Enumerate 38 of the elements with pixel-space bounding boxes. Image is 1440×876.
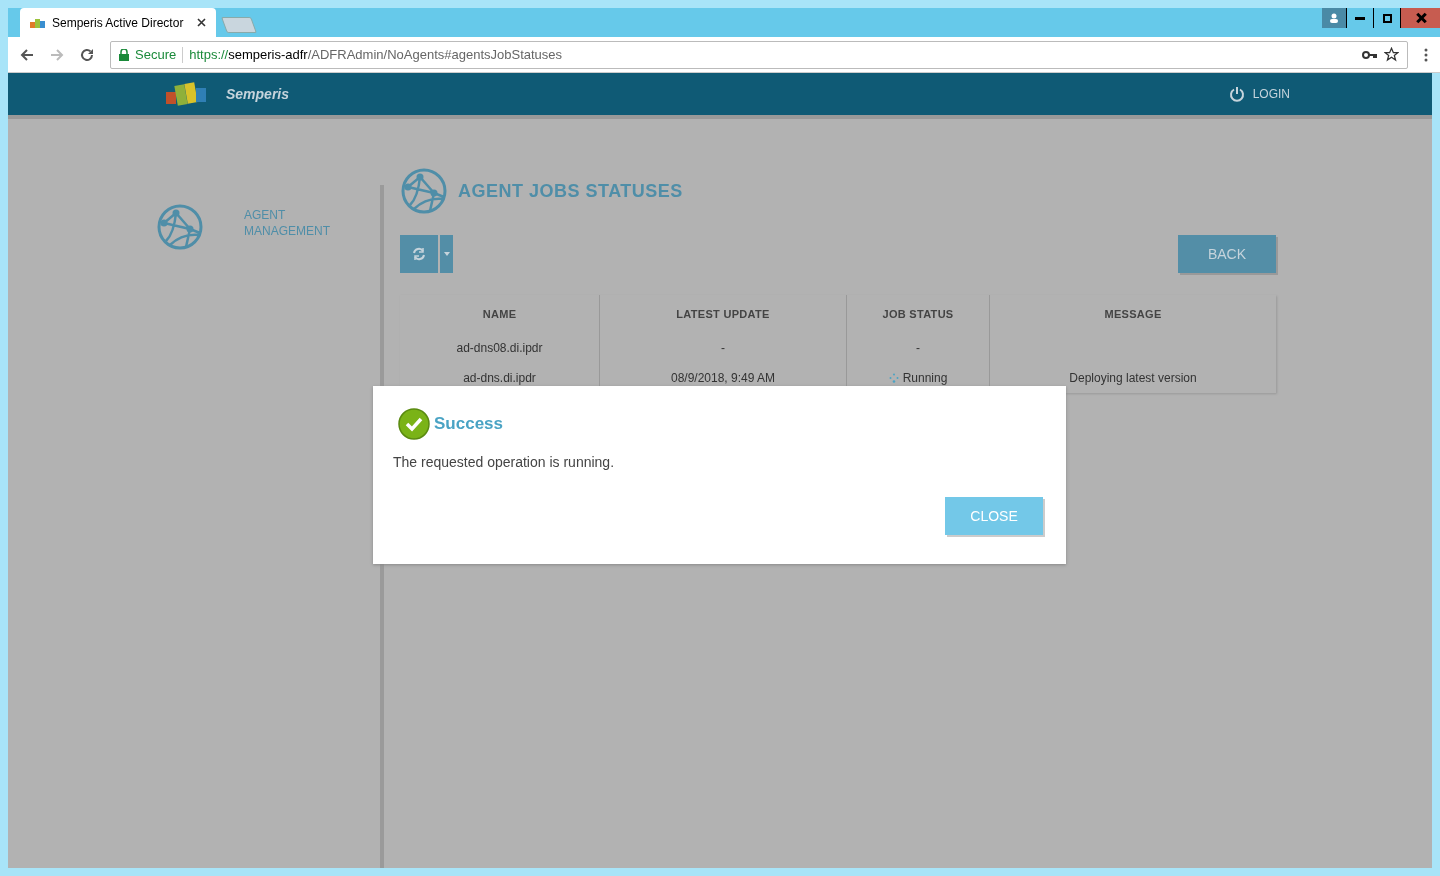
table-cell-text: ad-dns.di.ipdr bbox=[463, 370, 536, 387]
table-cell-text: ad-dns08.di.ipdr bbox=[456, 340, 543, 357]
dialog-title: Success bbox=[434, 413, 503, 436]
address-bar[interactable]: Secure https://semperis-adfr/ADFRAdmin/NoAgents#agentsJobStatuses bbox=[110, 40, 1408, 69]
power-icon bbox=[1228, 86, 1245, 102]
browser-tab[interactable]: Semperis Active Director bbox=[20, 8, 216, 37]
lock-icon bbox=[119, 48, 129, 61]
reload-icon[interactable] bbox=[80, 47, 94, 62]
star-icon[interactable] bbox=[1384, 47, 1399, 62]
table-cell-text: - bbox=[721, 340, 725, 357]
close-icon[interactable] bbox=[197, 18, 206, 27]
globe-icon bbox=[156, 203, 204, 251]
key-icon[interactable] bbox=[1362, 49, 1378, 60]
back-icon[interactable] bbox=[20, 47, 34, 62]
login-button[interactable]: LOGIN bbox=[1228, 85, 1290, 103]
table-cell-text: Deploying latest version bbox=[1069, 370, 1197, 387]
check-icon bbox=[398, 408, 430, 440]
tab-title: Semperis Active Director bbox=[52, 14, 184, 32]
column-header: LATEST UPDATE bbox=[676, 306, 770, 322]
table-cell-text: Running bbox=[902, 370, 948, 387]
logo-icon bbox=[30, 16, 46, 29]
dialog-message: The requested operation is running. bbox=[393, 453, 616, 472]
globe-icon bbox=[400, 167, 448, 215]
secure-label: Secure bbox=[135, 45, 177, 64]
caret-icon bbox=[443, 252, 450, 256]
table-cell-text: - bbox=[916, 340, 920, 357]
brand-name: Semperis bbox=[226, 84, 290, 104]
page-title: AGENT JOBS STATUSES bbox=[458, 179, 683, 203]
person-icon bbox=[1329, 13, 1339, 23]
close-window-button[interactable] bbox=[1400, 8, 1440, 28]
table-cell-text: 08/9/2018, 9:49 AM bbox=[670, 370, 776, 387]
column-header: JOB STATUS bbox=[882, 306, 954, 322]
column-header: MESSAGE bbox=[1104, 306, 1162, 322]
menu-icon[interactable] bbox=[1424, 47, 1428, 62]
profile-button[interactable] bbox=[1322, 8, 1346, 28]
refresh-icon bbox=[412, 247, 426, 261]
url-text: https://semperis-adfr/ADFRAdmin/NoAgents#agentsJobStatuses bbox=[189, 45, 563, 64]
column-header: NAME bbox=[482, 306, 517, 322]
